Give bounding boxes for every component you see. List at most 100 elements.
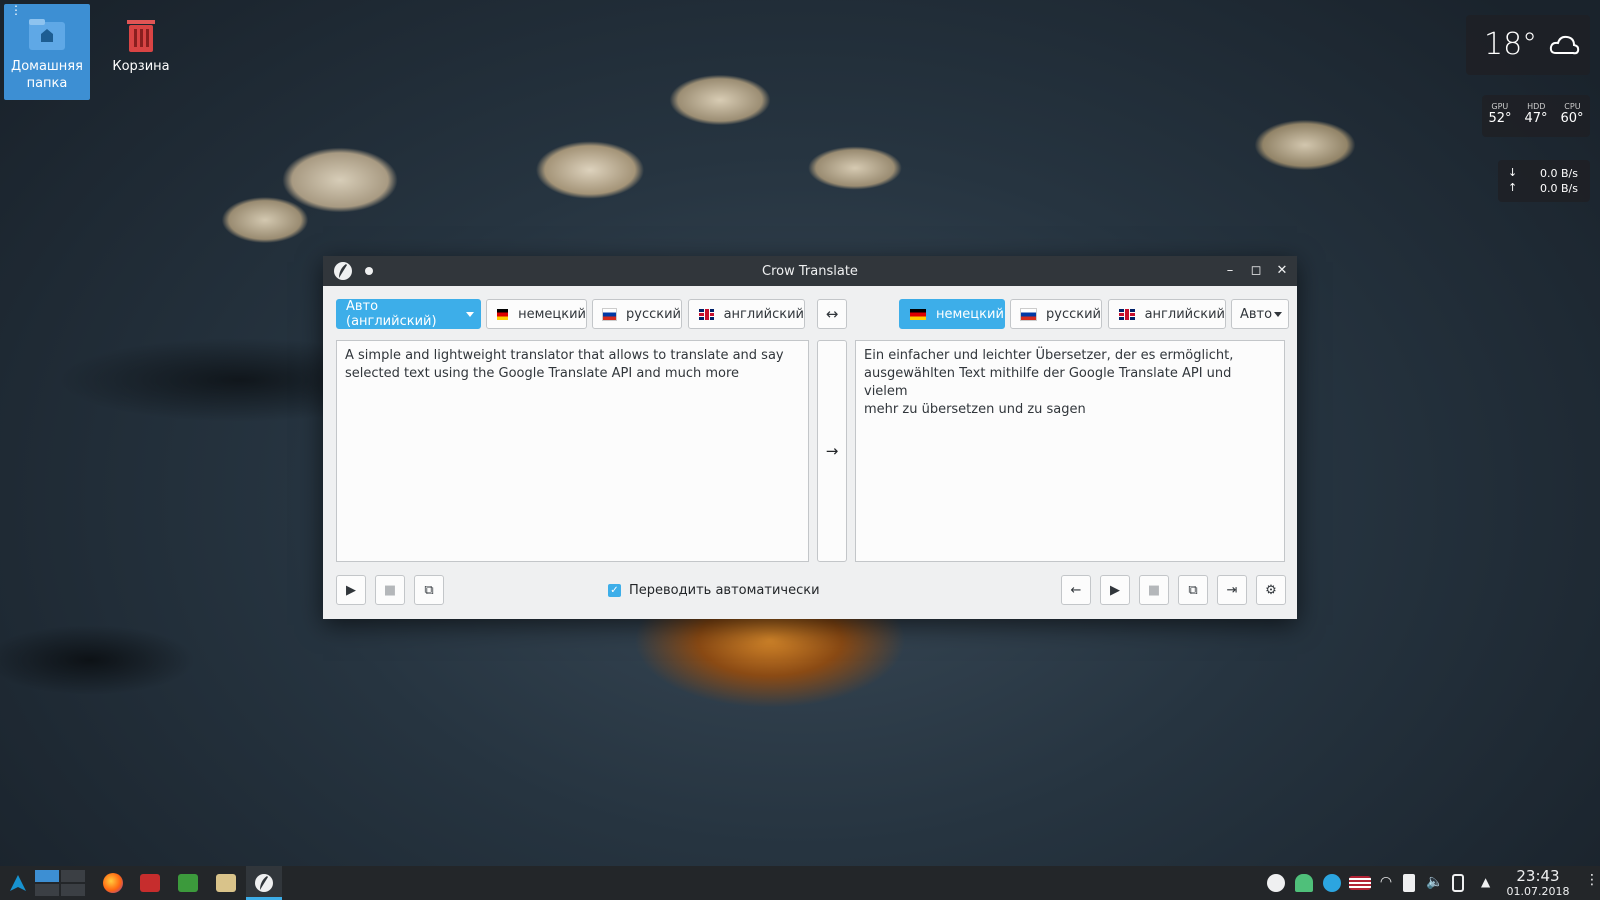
- ghost-icon[interactable]: [1295, 874, 1313, 892]
- crow-translate-window: Crow Translate – ◻ ✕ Авто (английский) н…: [323, 256, 1297, 619]
- source-lang-label: немецкий: [518, 306, 586, 322]
- target-lang-english[interactable]: английский: [1108, 299, 1226, 329]
- play-translation-button[interactable]: ▶: [1100, 575, 1130, 605]
- firefox-icon[interactable]: [103, 873, 123, 893]
- download-rate: 0.0 B/s: [1540, 167, 1578, 180]
- battery-icon[interactable]: [1452, 874, 1464, 892]
- chevron-down-icon[interactable]: [1274, 311, 1282, 317]
- pager-desktop-3[interactable]: [35, 884, 59, 896]
- cloud-icon: [1548, 31, 1580, 63]
- pager-desktop-1[interactable]: [35, 870, 59, 882]
- home-folder-icon: [27, 14, 67, 54]
- export-icon: ⇥: [1226, 582, 1238, 598]
- stop-translation-button[interactable]: ■: [1139, 575, 1169, 605]
- taskbar: ◠ 🔈 ▲ 23:43 01.07.2018 ⋮: [0, 866, 1600, 900]
- kebab-menu-icon[interactable]: ⋮: [10, 4, 22, 24]
- swap-arrows-icon: ↔: [825, 305, 839, 323]
- telegram-icon[interactable]: [1323, 874, 1341, 892]
- auto-translate-label: Переводить автоматически: [629, 583, 820, 598]
- stop-icon: ■: [383, 582, 397, 598]
- swap-languages-button[interactable]: ↔: [817, 299, 847, 329]
- desktop-icon-label: Домашняя папка: [11, 59, 83, 91]
- clock[interactable]: 23:43 01.07.2018: [1500, 867, 1576, 899]
- translation-output[interactable]: Ein einfacher und leichter Übersetzer, d…: [855, 340, 1285, 562]
- sensor-value-gpu: 52°: [1488, 111, 1512, 126]
- checkbox-checked-icon: ✓: [608, 584, 621, 597]
- copy-source-button[interactable]: ⧉: [414, 575, 444, 605]
- crow-translate-icon: [255, 874, 273, 892]
- source-lang-auto[interactable]: Авто (английский): [336, 299, 481, 329]
- target-lang-auto[interactable]: Авто: [1231, 299, 1289, 329]
- target-lang-russian[interactable]: русский: [1010, 299, 1102, 329]
- upload-arrow-icon: ↑: [1508, 181, 1518, 194]
- panel-menu-icon[interactable]: ⋮: [1585, 872, 1599, 888]
- sensor-value-cpu: 60°: [1560, 111, 1584, 126]
- pager-desktop-4[interactable]: [61, 884, 85, 896]
- maximize-icon[interactable]: ◻: [1247, 262, 1265, 280]
- sensor-label-cpu: CPU: [1564, 102, 1581, 111]
- desktop-icon-trash[interactable]: Корзина: [98, 4, 184, 75]
- clock-date: 01.07.2018: [1506, 885, 1570, 898]
- translate-button[interactable]: →: [817, 340, 847, 562]
- upload-rate: 0.0 B/s: [1540, 182, 1578, 195]
- gear-icon: ⚙: [1265, 582, 1277, 598]
- qbittorrent-icon[interactable]: [178, 874, 198, 892]
- source-text-input[interactable]: A simple and lightweight translator that…: [336, 340, 809, 562]
- target-lang-label: английский: [1144, 306, 1225, 322]
- download-arrow-icon: ↓: [1508, 166, 1518, 179]
- pager-desktop-2[interactable]: [61, 870, 85, 882]
- arrow-right-icon: →: [825, 442, 839, 460]
- play-source-button[interactable]: ▶: [336, 575, 366, 605]
- source-lang-label: русский: [626, 306, 681, 322]
- titlebar[interactable]: Crow Translate – ◻ ✕: [323, 256, 1297, 286]
- auto-translate-checkbox[interactable]: ✓ Переводить автоматически: [608, 583, 820, 598]
- tray-expand-icon[interactable]: ▲: [1481, 875, 1490, 889]
- sensors-widget: GPU HDD CPU 52° 47° 60°: [1482, 95, 1590, 137]
- minimize-icon[interactable]: –: [1221, 262, 1239, 280]
- source-lang-russian[interactable]: русский: [592, 299, 682, 329]
- german-flag-icon: [497, 308, 509, 320]
- copy-icon: ⧉: [424, 582, 434, 598]
- taskbar-crow-translate[interactable]: [246, 866, 282, 900]
- app-launcher-icon[interactable]: [8, 873, 28, 897]
- keyboard-layout-flag-icon[interactable]: [1349, 876, 1371, 890]
- clock-time: 23:43: [1516, 867, 1560, 885]
- uk-flag-icon: [699, 308, 714, 320]
- target-lang-label: Авто: [1240, 306, 1273, 322]
- stop-source-button[interactable]: ■: [375, 575, 405, 605]
- volume-icon[interactable]: 🔈: [1426, 874, 1444, 892]
- russian-flag-icon: [602, 307, 617, 321]
- copy-all-button[interactable]: ⇥: [1217, 575, 1247, 605]
- target-lang-german[interactable]: немецкий: [899, 299, 1005, 329]
- uk-flag-icon: [1119, 308, 1135, 320]
- source-lang-german[interactable]: немецкий: [486, 299, 587, 329]
- trash-icon: [121, 14, 161, 54]
- crow-tray-icon[interactable]: [1267, 874, 1285, 892]
- stop-icon: ■: [1147, 582, 1161, 598]
- play-icon: ▶: [1110, 582, 1120, 598]
- sensor-value-hdd: 47°: [1524, 111, 1548, 126]
- play-icon: ▶: [346, 582, 356, 598]
- temperature: 18°: [1484, 27, 1538, 62]
- arrow-left-icon: ←: [1070, 582, 1082, 598]
- copy-translation-button[interactable]: ⧉: [1178, 575, 1208, 605]
- german-flag-icon: [910, 308, 926, 320]
- target-lang-label: немецкий: [936, 306, 1004, 322]
- chevron-down-icon[interactable]: [466, 311, 474, 317]
- source-lang-label: Авто (английский): [346, 299, 437, 329]
- file-manager-icon[interactable]: [216, 874, 236, 892]
- close-icon[interactable]: ✕: [1273, 262, 1291, 280]
- window-title: Crow Translate: [762, 264, 858, 279]
- swap-back-button[interactable]: ←: [1061, 575, 1091, 605]
- target-lang-label: русский: [1046, 306, 1101, 322]
- copy-icon: ⧉: [1188, 582, 1198, 598]
- video-player-icon[interactable]: [140, 874, 160, 892]
- clipboard-icon[interactable]: [1403, 874, 1415, 892]
- weather-widget[interactable]: 18°: [1466, 15, 1590, 75]
- wifi-icon[interactable]: ◠: [1377, 874, 1395, 892]
- network-widget: ↓ 0.0 B/s ↑ 0.0 B/s: [1498, 160, 1590, 202]
- pager[interactable]: [35, 870, 85, 896]
- source-lang-english[interactable]: английский: [688, 299, 805, 329]
- settings-button[interactable]: ⚙: [1256, 575, 1286, 605]
- sensor-label-gpu: GPU: [1491, 102, 1509, 111]
